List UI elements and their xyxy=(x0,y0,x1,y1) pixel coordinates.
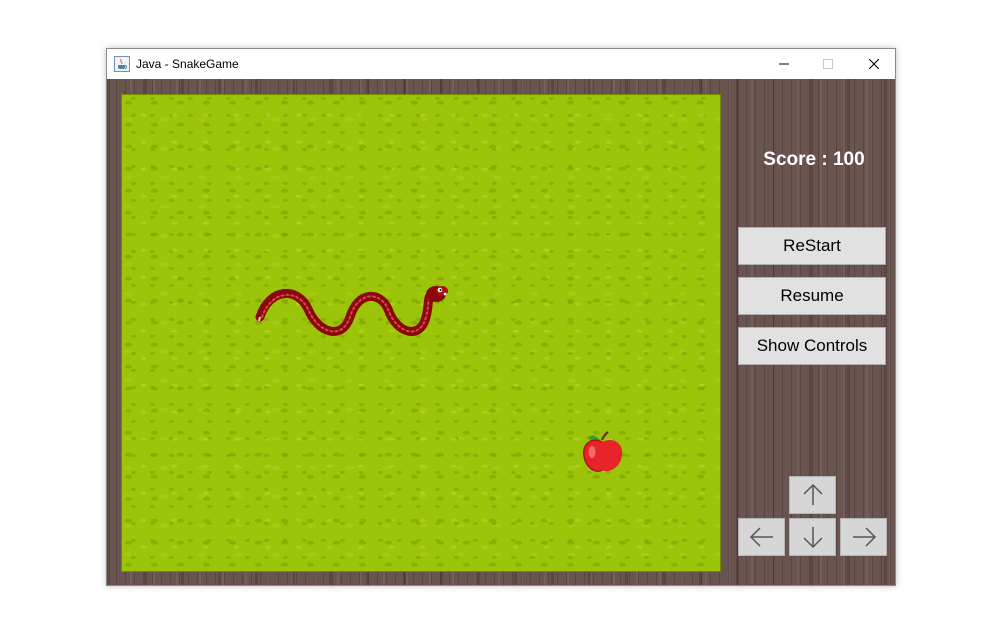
arrow-up-icon xyxy=(802,483,823,505)
arrow-down-icon xyxy=(802,527,823,549)
window-title: Java - SnakeGame xyxy=(136,57,239,71)
down-arrow-button[interactable] xyxy=(789,518,836,556)
minimize-button[interactable] xyxy=(761,49,807,79)
arrow-right-icon xyxy=(852,527,876,547)
title-bar[interactable]: Java - SnakeGame xyxy=(107,49,895,79)
minimize-icon xyxy=(779,63,789,65)
game-window: Java - SnakeGame Score: 100 ReStart Res… xyxy=(106,48,896,586)
maximize-button[interactable] xyxy=(805,49,851,79)
java-coffee-icon xyxy=(114,56,130,72)
game-area: Score : 100 ReStart Resume Show Controls xyxy=(107,79,895,585)
snake xyxy=(255,286,448,336)
close-icon xyxy=(869,59,879,69)
right-arrow-button[interactable] xyxy=(840,518,887,556)
show-controls-button[interactable]: Show Controls xyxy=(738,327,886,365)
resume-button[interactable]: Resume xyxy=(738,277,886,315)
close-button[interactable] xyxy=(851,49,897,79)
score-label: Score : 100 xyxy=(763,149,865,170)
left-arrow-button[interactable] xyxy=(738,518,785,556)
restart-button[interactable]: ReStart xyxy=(738,227,886,265)
maximize-icon xyxy=(823,59,833,69)
up-arrow-button[interactable] xyxy=(789,476,836,514)
game-board[interactable] xyxy=(121,94,721,572)
arrow-left-icon xyxy=(749,527,773,547)
apple-icon xyxy=(582,431,623,472)
